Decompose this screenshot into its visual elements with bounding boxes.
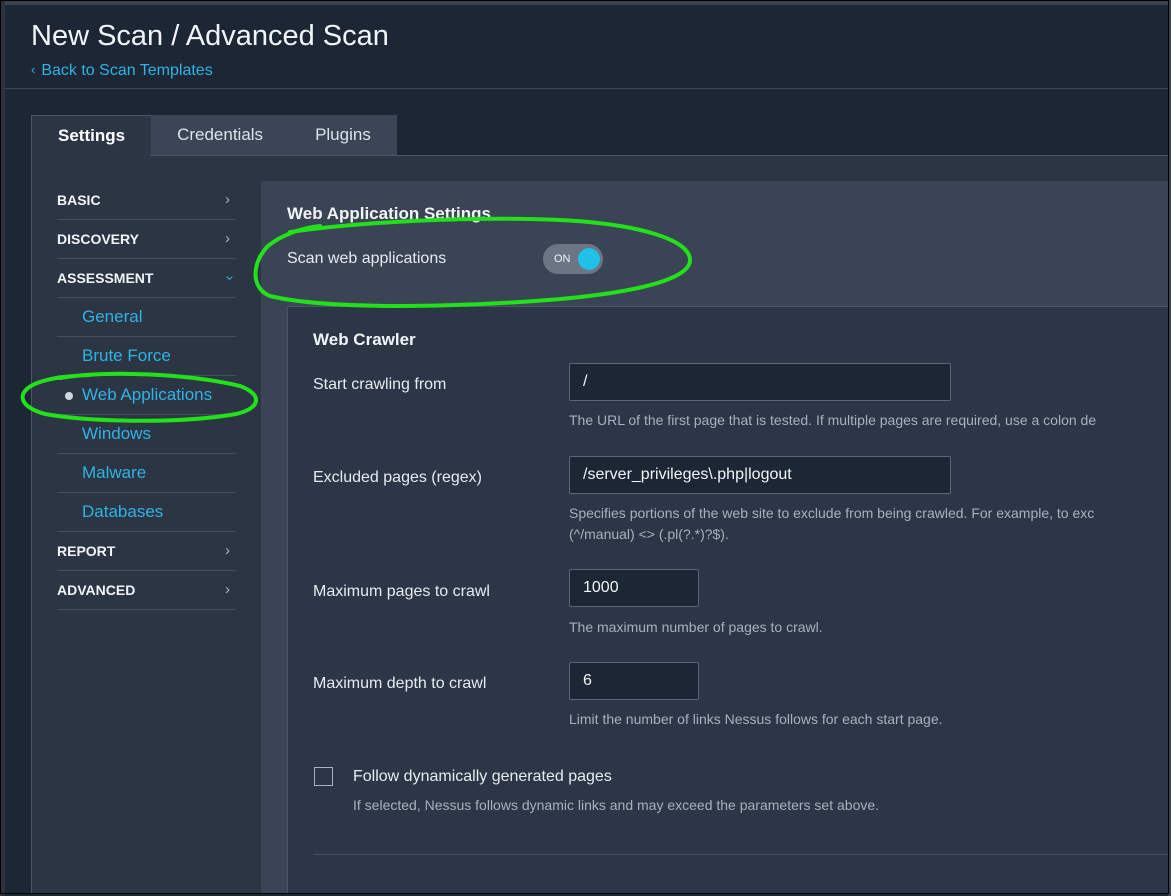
chevron-left-icon: ‹: [31, 62, 36, 77]
sidebar-item-label: Web Applications: [82, 385, 213, 404]
sidebar-item-brute-force[interactable]: Brute Force: [57, 337, 236, 376]
max-depth-help: Limit the number of links Nessus follows…: [569, 711, 943, 727]
chevron-down-icon: ›: [221, 275, 239, 281]
follow-dynamic-pages-help: If selected, Nessus follows dynamic link…: [353, 797, 880, 813]
window-left-border: [0, 0, 5, 896]
excluded-pages-label: Excluded pages (regex): [313, 469, 482, 486]
header-divider: [5, 88, 1168, 89]
chevron-right-icon: ›: [225, 191, 230, 208]
sidebar-item-advanced[interactable]: ADVANCED ›: [57, 571, 236, 610]
selected-bullet-icon: [65, 392, 73, 400]
scan-web-applications-toggle[interactable]: ON: [543, 244, 603, 274]
sidebar-item-label: ADVANCED: [57, 582, 136, 598]
follow-dynamic-pages-checkbox[interactable]: [314, 767, 333, 786]
follow-dynamic-pages-label: Follow dynamically generated pages: [353, 768, 612, 785]
back-to-templates-link[interactable]: ‹ Back to Scan Templates: [31, 62, 213, 80]
sidebar-item-label: REPORT: [57, 543, 116, 559]
sidebar-item-databases[interactable]: Databases: [57, 493, 236, 532]
sidebar-item-malware[interactable]: Malware: [57, 454, 236, 493]
web-application-settings-title: Web Application Settings: [287, 204, 492, 223]
start-crawling-input[interactable]: /: [569, 363, 951, 401]
tab-settings[interactable]: Settings: [31, 115, 152, 156]
sidebar-item-discovery[interactable]: DISCOVERY ›: [57, 220, 236, 259]
start-crawling-help: The URL of the first page that is tested…: [569, 412, 1097, 428]
web-crawler-title: Web Crawler: [313, 330, 416, 349]
sidebar-item-general[interactable]: General: [57, 298, 236, 337]
window-top-border: [0, 0, 1171, 5]
excluded-pages-help-example: (^/manual) <> (.pl(?.*)?$).: [569, 526, 729, 542]
scan-web-applications-label: Scan web applications: [287, 250, 447, 267]
sidebar-item-label: Windows: [82, 424, 151, 443]
chevron-right-icon: ›: [225, 542, 230, 559]
sidebar-item-web-applications[interactable]: Web Applications: [57, 376, 236, 415]
back-link-label: Back to Scan Templates: [41, 62, 213, 79]
sidebar-item-label: ASSESSMENT: [57, 270, 154, 286]
sidebar-item-label: BASIC: [57, 192, 101, 208]
sidebar-item-label: Databases: [82, 502, 164, 521]
excluded-pages-input[interactable]: /server_privileges\.php|logout: [569, 456, 951, 494]
page-title: New Scan / Advanced Scan: [31, 20, 389, 52]
sidebar-item-basic[interactable]: BASIC ›: [57, 181, 236, 220]
start-crawling-label: Start crawling from: [313, 376, 447, 393]
max-pages-input[interactable]: 1000: [569, 569, 699, 607]
sidebar-item-assessment[interactable]: ASSESSMENT ›: [57, 259, 239, 298]
max-pages-label: Maximum pages to crawl: [313, 583, 490, 600]
sidebar-item-report[interactable]: REPORT ›: [57, 532, 236, 571]
chevron-right-icon: ›: [225, 581, 230, 598]
sidebar-item-label: Brute Force: [82, 346, 171, 365]
tab-plugins[interactable]: Plugins: [289, 115, 397, 155]
sidebar-item-label: DISCOVERY: [57, 231, 139, 247]
max-depth-label: Maximum depth to crawl: [313, 675, 487, 692]
max-depth-input[interactable]: 6: [569, 662, 699, 700]
toggle-state-label: ON: [554, 253, 571, 265]
settings-sidebar: BASIC › DISCOVERY › ASSESSMENT › General…: [57, 181, 239, 610]
toggle-knob: [578, 248, 600, 270]
tab-bar-divider: [150, 155, 1168, 156]
tab-credentials[interactable]: Credentials: [151, 115, 290, 155]
sidebar-item-label: General: [82, 307, 143, 326]
sidebar-item-label: Malware: [82, 463, 147, 482]
chevron-right-icon: ›: [225, 230, 230, 247]
excluded-pages-help: Specifies portions of the web site to ex…: [569, 505, 1095, 521]
web-crawler-bottom-divider: [313, 854, 1168, 855]
max-pages-help: The maximum number of pages to crawl.: [569, 619, 823, 635]
sidebar-item-windows[interactable]: Windows: [57, 415, 236, 454]
scan-tabs: Settings Credentials Plugins: [31, 115, 397, 156]
